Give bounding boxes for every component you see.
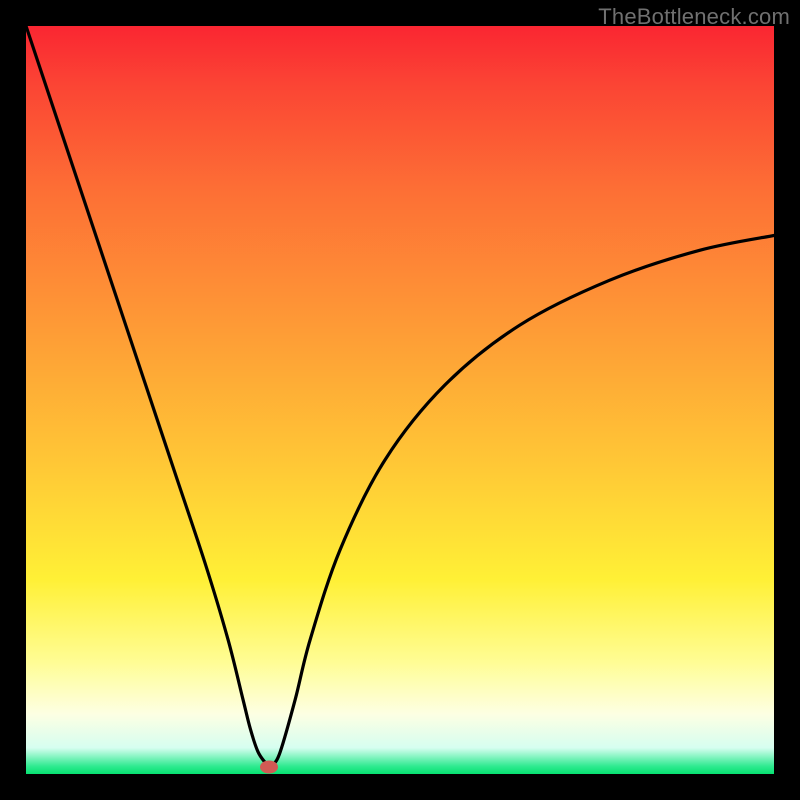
plot-area xyxy=(26,26,774,774)
watermark-text: TheBottleneck.com xyxy=(598,4,790,30)
bottleneck-curve xyxy=(26,26,774,774)
chart-frame: TheBottleneck.com xyxy=(0,0,800,800)
minimum-marker xyxy=(260,760,278,773)
